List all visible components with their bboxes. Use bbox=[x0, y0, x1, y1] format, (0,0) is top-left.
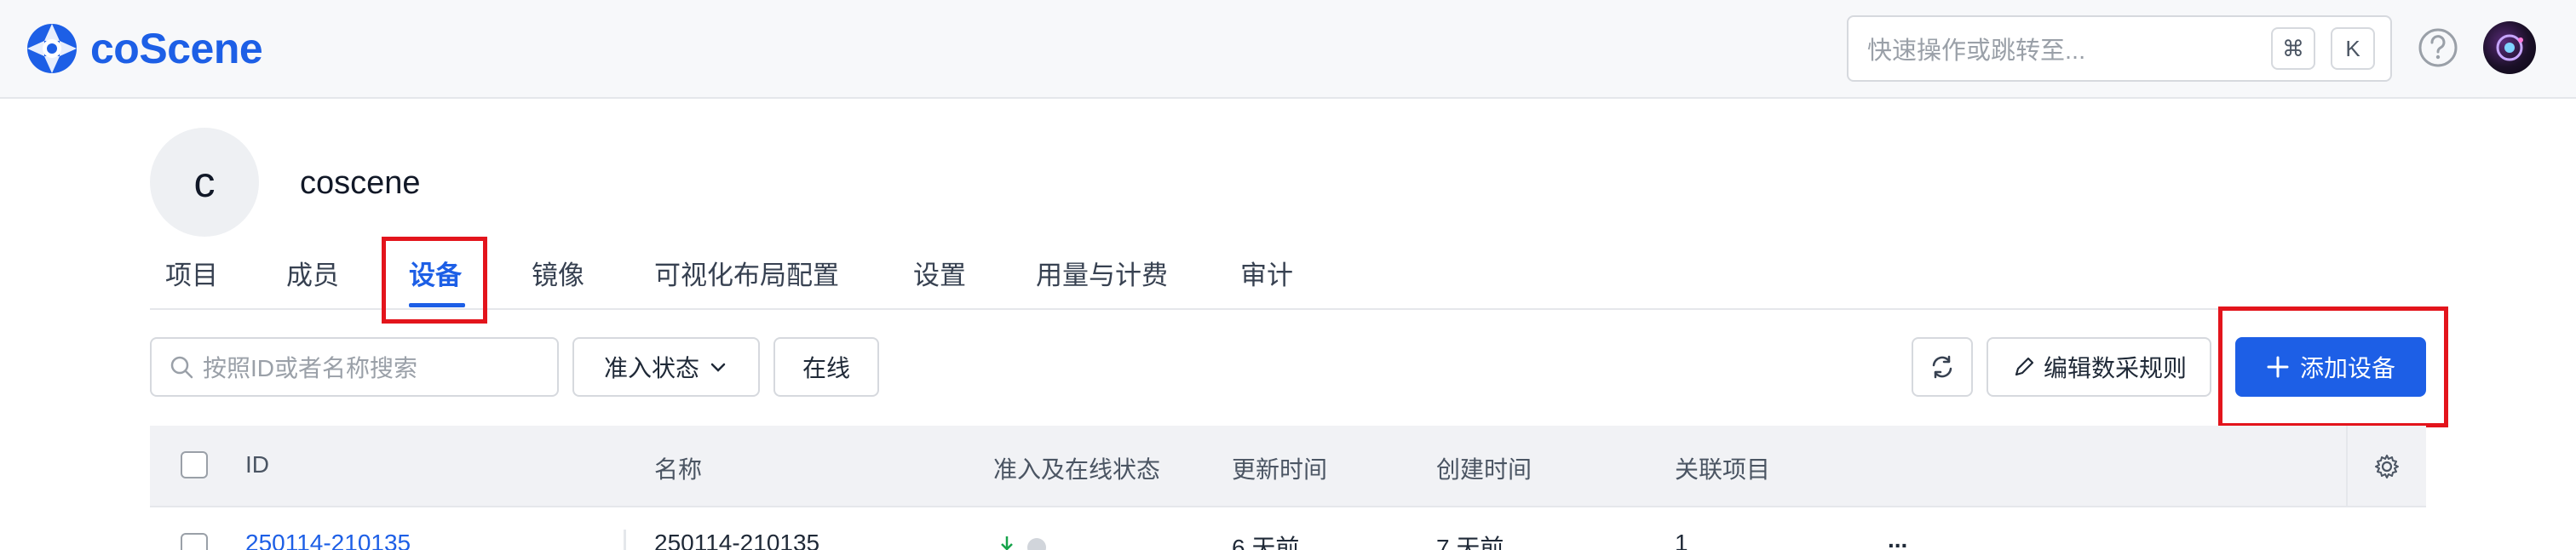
quick-action-placeholder: 快速操作或跳转至... bbox=[1867, 37, 2086, 65]
k-key-badge: K bbox=[2331, 27, 2375, 70]
brand-name: coScene bbox=[90, 25, 263, 72]
top-bar: coScene 快速操作或跳转至... ⌘ K bbox=[0, 0, 2576, 99]
device-search-placeholder: 按照ID或者名称搜索 bbox=[203, 355, 418, 381]
tab-audit[interactable]: 审计 bbox=[1240, 249, 1293, 310]
column-header-name: 名称 bbox=[654, 456, 703, 483]
search-icon bbox=[170, 356, 193, 379]
highlight-add-device bbox=[2218, 307, 2448, 427]
avatar-graphic-icon bbox=[2496, 34, 2523, 61]
table-row[interactable]: 250114-210135 250114-210135 6 天前 7 天前 1 … bbox=[150, 507, 2426, 550]
updated-time: 6 天前 bbox=[1232, 535, 1300, 550]
edit-collection-rules-label: 编辑数采规则 bbox=[2043, 355, 2187, 381]
tab-settings[interactable]: 设置 bbox=[913, 249, 966, 310]
command-key-badge: ⌘ bbox=[2271, 27, 2315, 70]
download-arrow-icon bbox=[1001, 536, 1013, 550]
user-avatar[interactable] bbox=[2483, 21, 2536, 74]
chevron-down-icon bbox=[710, 363, 726, 372]
select-all-checkbox[interactable] bbox=[181, 451, 208, 478]
org-tabs: 项目 成员 设备 镜像 可视化布局配置 设置 用量与计费 审计 bbox=[150, 249, 2426, 310]
access-status-filter[interactable]: 准入状态 bbox=[572, 337, 760, 397]
gear-icon[interactable] bbox=[2373, 453, 2401, 480]
org-avatar: c bbox=[150, 128, 259, 237]
column-header-projects: 关联项目 bbox=[1675, 456, 1771, 483]
project-count: 1 bbox=[1675, 530, 1688, 550]
question-circle-icon[interactable] bbox=[2417, 26, 2459, 69]
highlight-devices-tab bbox=[382, 237, 487, 324]
column-header-id: ID bbox=[245, 451, 269, 478]
coscene-logo-icon bbox=[27, 24, 77, 73]
tab-layout-config[interactable]: 可视化布局配置 bbox=[654, 249, 839, 310]
refresh-button[interactable] bbox=[1912, 337, 1973, 397]
row-checkbox[interactable] bbox=[181, 533, 208, 550]
table-header: ID 名称 准入及在线状态 更新时间 创建时间 关联项目 bbox=[150, 426, 2426, 507]
online-filter-button[interactable]: 在线 bbox=[773, 337, 879, 397]
online-filter-label: 在线 bbox=[802, 355, 850, 381]
brand-logo[interactable]: coScene bbox=[26, 20, 263, 77]
column-header-created: 创建时间 bbox=[1436, 456, 1532, 483]
tab-projects[interactable]: 项目 bbox=[165, 249, 218, 310]
online-status-dot bbox=[1027, 538, 1046, 550]
row-more-actions[interactable]: ... bbox=[1888, 526, 1907, 550]
refresh-icon bbox=[1932, 355, 1952, 379]
column-header-updated: 更新时间 bbox=[1232, 456, 1328, 483]
device-name: 250114-210135 bbox=[654, 530, 820, 550]
sticky-column-divider bbox=[624, 530, 626, 550]
device-id-link[interactable]: 250114-210135 bbox=[245, 530, 411, 550]
device-search-input[interactable]: 按照ID或者名称搜索 bbox=[150, 337, 559, 397]
tab-members[interactable]: 成员 bbox=[286, 249, 339, 310]
created-time: 7 天前 bbox=[1436, 535, 1504, 550]
quick-action-search[interactable]: 快速操作或跳转至... ⌘ K bbox=[1847, 15, 2392, 82]
column-header-status: 准入及在线状态 bbox=[993, 456, 1161, 483]
org-initial: c bbox=[193, 158, 216, 206]
pencil-icon bbox=[2015, 357, 2034, 376]
edit-collection-rules-button[interactable]: 编辑数采规则 bbox=[1987, 337, 2211, 397]
tab-usage-billing[interactable]: 用量与计费 bbox=[1036, 249, 1168, 310]
access-status-label: 准入状态 bbox=[603, 355, 699, 381]
org-name: coscene bbox=[300, 165, 421, 201]
column-divider bbox=[2346, 426, 2348, 507]
tab-images[interactable]: 镜像 bbox=[532, 249, 584, 310]
